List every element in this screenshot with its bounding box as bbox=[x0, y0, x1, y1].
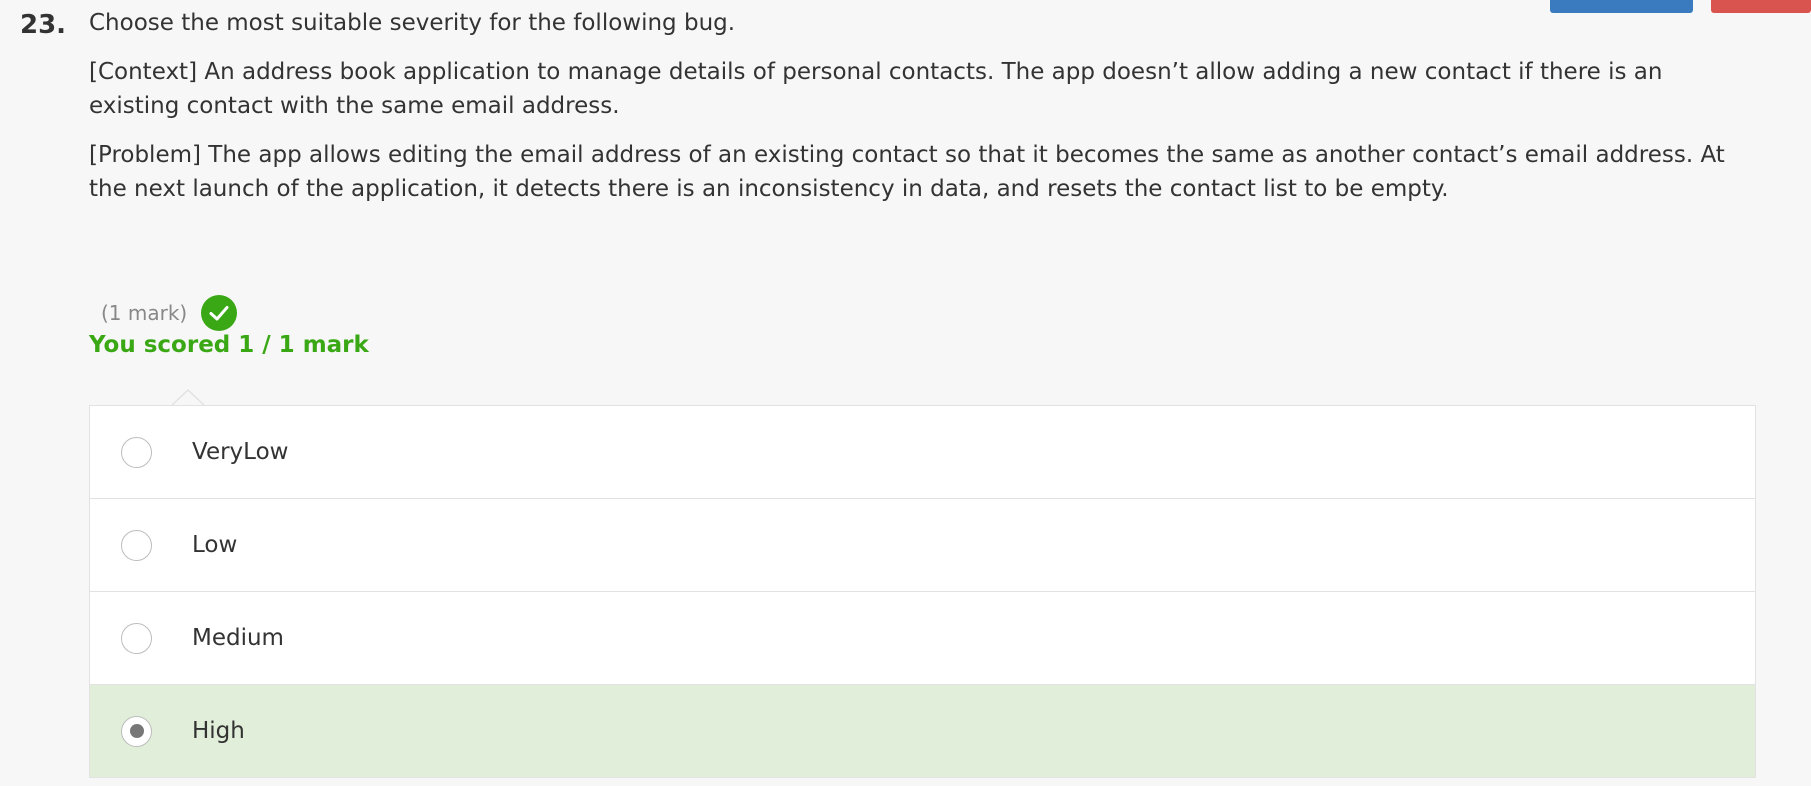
option-label: Low bbox=[192, 532, 238, 558]
quiz-page: 23. Choose the most suitable severity fo… bbox=[0, 0, 1811, 786]
option-medium[interactable]: Medium bbox=[90, 591, 1755, 684]
radio-button-selected[interactable] bbox=[121, 715, 152, 747]
radio-button[interactable] bbox=[121, 622, 152, 654]
radio-button[interactable] bbox=[121, 436, 152, 468]
option-label: VeryLow bbox=[192, 439, 289, 465]
option-low[interactable]: Low bbox=[90, 498, 1755, 591]
question-problem: [Problem] The app allows editing the ema… bbox=[89, 142, 1725, 202]
option-high[interactable]: High bbox=[90, 684, 1755, 777]
answer-options: VeryLow Low Medium High bbox=[89, 405, 1756, 778]
option-label: Medium bbox=[192, 625, 284, 651]
option-label: High bbox=[192, 718, 245, 744]
check-circle-icon bbox=[201, 295, 238, 331]
score-text: You scored 1 / 1 mark bbox=[89, 332, 369, 358]
radio-button[interactable] bbox=[121, 529, 152, 561]
marks-label: (1 mark) bbox=[101, 301, 188, 325]
marks-row: (1 mark) bbox=[101, 295, 238, 331]
question-number: 23. bbox=[20, 10, 67, 40]
question-body: Choose the most suitable severity for th… bbox=[89, 6, 1759, 221]
option-verylow[interactable]: VeryLow bbox=[90, 406, 1755, 498]
question-prompt: Choose the most suitable severity for th… bbox=[89, 10, 736, 36]
question-context: [Context] An address book application to… bbox=[89, 59, 1663, 119]
radio-dot bbox=[129, 724, 144, 738]
